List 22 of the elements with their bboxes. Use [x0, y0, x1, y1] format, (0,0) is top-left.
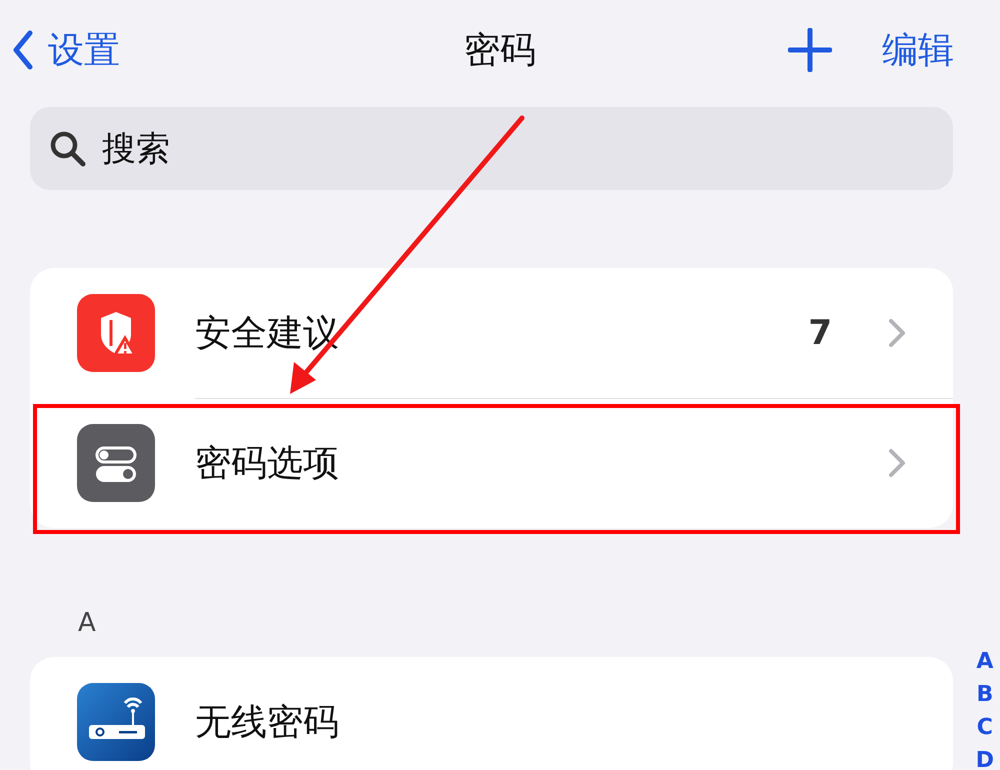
list-row[interactable]: 密码选项 [30, 398, 953, 528]
section-header: A [78, 608, 97, 638]
search-bar[interactable]: 搜索 [30, 107, 953, 190]
page-title: 密码 [464, 30, 536, 70]
row-label: 安全建议 [195, 312, 340, 356]
list-row[interactable]: 无线密码 [30, 657, 953, 770]
row-label: 密码选项 [195, 442, 340, 486]
list-row[interactable]: 安全建议 7 [30, 268, 953, 398]
index-letter[interactable]: C [976, 711, 993, 744]
search-field[interactable]: 搜索 [100, 128, 935, 170]
count-label: 7 [808, 313, 832, 353]
back-chevron-icon[interactable] [12, 30, 34, 70]
router-icon [77, 683, 155, 761]
back-button[interactable]: 设置 [12, 26, 120, 74]
index-letter[interactable]: A [976, 645, 994, 678]
add-icon[interactable] [788, 28, 832, 72]
toggles-icon [77, 424, 155, 502]
index-letter[interactable]: D [976, 744, 994, 770]
edit-button[interactable]: 编辑 [882, 26, 954, 74]
row-label: 无线密码 [195, 700, 340, 744]
shield-warning-icon [77, 294, 155, 372]
index-letter[interactable]: B [976, 678, 994, 711]
